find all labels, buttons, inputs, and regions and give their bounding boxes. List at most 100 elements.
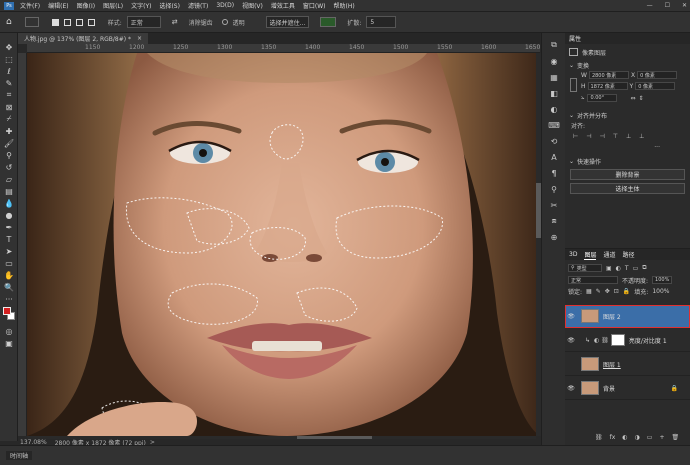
align-bottom-icon[interactable]: ⊥ <box>639 133 644 140</box>
libraries-panel-icon[interactable]: ⌨ <box>542 117 566 133</box>
visibility-eye-icon[interactable]: 👁 <box>565 385 577 392</box>
eraser-tool-icon[interactable]: ▱ <box>0 173 18 185</box>
properties-tab[interactable]: 属性 <box>565 33 690 44</box>
align-top-icon[interactable]: ⊤ <box>613 133 618 140</box>
swap-icon[interactable]: ⇄ <box>172 18 178 26</box>
crop-tool-icon[interactable]: ⌗ <box>0 89 18 101</box>
home-icon[interactable]: ⌂ <box>6 17 12 27</box>
filter-smart-icon[interactable]: ⧉ <box>642 264 646 272</box>
foreground-color-swatch[interactable] <box>3 307 11 315</box>
clone-stamp-tool-icon[interactable]: ⚲ <box>0 149 18 161</box>
new-layer-icon[interactable]: + <box>659 434 664 441</box>
info-panel-icon[interactable]: ⧈ <box>542 213 566 229</box>
menu-type[interactable]: 文字(Y) <box>131 1 151 10</box>
layer-row-background[interactable]: 👁 背景 🔒 <box>565 377 690 400</box>
pattern-swatch[interactable] <box>320 17 337 27</box>
visibility-eye-icon[interactable]: 👁 <box>565 337 577 344</box>
fx-icon[interactable]: fx <box>610 434 616 441</box>
lock-all-icon[interactable]: 🔒 <box>623 288 630 295</box>
history-panel-icon[interactable]: ⧉ <box>542 37 566 53</box>
layer-row-layer1[interactable]: 图层 1 <box>565 353 690 376</box>
move-tool-icon[interactable]: ✥ <box>0 41 18 53</box>
marquee-tool-preset-icon[interactable] <box>24 17 39 27</box>
style-select[interactable]: 正常 <box>126 16 161 28</box>
color-swatches[interactable] <box>0 305 18 325</box>
link-layers-icon[interactable]: ⛓ <box>595 434 603 441</box>
gradient-tool-icon[interactable]: ▤ <box>0 185 18 197</box>
blend-mode-select[interactable]: 正常 <box>568 276 618 284</box>
add-mask-icon[interactable]: ◐ <box>622 434 627 441</box>
healing-brush-tool-icon[interactable]: ✚ <box>0 125 18 137</box>
filter-type-icon[interactable]: T <box>625 265 629 272</box>
lock-artboard-icon[interactable]: ⊡ <box>614 288 619 295</box>
dodge-tool-icon[interactable]: ● <box>0 209 18 221</box>
filter-shape-icon[interactable]: ▭ <box>633 265 639 272</box>
adjustments-panel-icon[interactable]: ◐ <box>542 101 566 117</box>
flip-horizontal-icon[interactable]: ⇔ <box>630 95 635 102</box>
menu-3d[interactable]: 3D(D) <box>216 2 234 9</box>
pen-tool-icon[interactable]: ✒ <box>0 221 18 233</box>
menu-select[interactable]: 选择(S) <box>159 1 180 10</box>
blur-tool-icon[interactable]: 💧 <box>0 197 18 209</box>
select-and-mask-button[interactable]: 选择并遮住... <box>265 16 310 28</box>
transform-header[interactable]: ⌄ 变换 <box>565 60 690 70</box>
transparent-label[interactable]: 透明 <box>233 18 245 27</box>
new-selection-icon[interactable] <box>51 18 59 26</box>
timeline-tab[interactable]: 时间轴 <box>6 451 33 460</box>
app-logo[interactable]: Ps <box>4 1 14 10</box>
swatches-panel-icon[interactable]: ▦ <box>542 69 566 85</box>
lock-pixels-icon[interactable]: ✎ <box>596 288 601 295</box>
align-left-icon[interactable]: ⊢ <box>573 133 578 140</box>
intersect-selection-icon[interactable] <box>87 18 95 26</box>
path-select-tool-icon[interactable]: ➤ <box>0 245 18 257</box>
quick-actions-header[interactable]: ⌄ 快速操作 <box>565 156 690 166</box>
close-tab-icon[interactable]: × <box>137 35 142 42</box>
tab-3d[interactable]: 3D <box>569 251 577 258</box>
visibility-eye-icon[interactable]: 👁 <box>565 313 577 320</box>
align-header[interactable]: ⌄ 对齐并分布 <box>565 110 690 120</box>
link-icon[interactable] <box>570 78 577 92</box>
gradients-panel-icon[interactable]: ◧ <box>542 85 566 101</box>
menu-plugins[interactable]: 增效工具 <box>271 1 295 10</box>
radio-icon[interactable] <box>221 19 228 25</box>
select-subject-button[interactable]: 选择主体 <box>570 183 685 194</box>
marquee-tool-icon[interactable]: ⬚ <box>0 53 18 65</box>
frame-tool-icon[interactable]: ⊠ <box>0 101 18 113</box>
menu-view[interactable]: 视图(V) <box>242 1 263 10</box>
antialias-label[interactable]: 消除锯齿 <box>189 18 213 27</box>
expand-input[interactable]: 5 <box>366 16 397 28</box>
character-panel-icon[interactable]: A <box>542 149 566 165</box>
layer-row-layer2[interactable]: 👁 图层 2 <box>565 305 690 328</box>
minimize-button[interactable]: — <box>647 2 653 9</box>
rectangle-tool-icon[interactable]: ▭ <box>0 257 18 269</box>
layer-row-brightness[interactable]: 👁 ↳ ◐ ⛓ 亮度/对比度 1 <box>565 329 690 352</box>
add-selection-icon[interactable] <box>63 18 71 26</box>
menu-filter[interactable]: 滤镜(T) <box>188 1 208 10</box>
remove-background-button[interactable]: 删除背景 <box>570 169 685 180</box>
quick-mask-icon[interactable]: ◎ <box>0 325 18 337</box>
paragraph-panel-icon[interactable]: ¶ <box>542 165 566 181</box>
clone-source-icon[interactable]: ⚲ <box>542 181 566 197</box>
menu-help[interactable]: 帮助(H) <box>334 1 355 10</box>
angle-field[interactable]: 0.00° <box>587 94 618 102</box>
align-middle-icon[interactable]: ⊥ <box>626 133 631 140</box>
hand-tool-icon[interactable]: ✋ <box>0 269 18 281</box>
fill-value[interactable]: 100% <box>652 288 669 295</box>
new-group-icon[interactable]: ▭ <box>647 434 653 441</box>
navigator-panel-icon[interactable]: ✂ <box>542 197 566 213</box>
y-field[interactable]: 0 像素 <box>635 82 676 90</box>
quick-select-tool-icon[interactable]: ✎ <box>0 77 18 89</box>
type-tool-icon[interactable]: T <box>0 233 18 245</box>
tab-channels[interactable]: 通道 <box>603 250 615 259</box>
width-field[interactable]: 2800 像素 <box>588 71 629 79</box>
menu-window[interactable]: 窗口(W) <box>303 1 326 10</box>
tab-layers[interactable]: 图层 <box>584 250 597 260</box>
paths-panel-icon[interactable]: ⊕ <box>542 229 566 245</box>
menu-file[interactable]: 文件(F) <box>20 1 40 10</box>
history-brush-tool-icon[interactable]: ↺ <box>0 161 18 173</box>
align-more[interactable]: ··· <box>565 142 690 152</box>
filter-adjust-icon[interactable]: ◐ <box>616 265 621 272</box>
new-adjustment-icon[interactable]: ◑ <box>635 434 640 441</box>
brush-settings-icon[interactable]: ⟲ <box>542 133 566 149</box>
x-field[interactable]: 0 像素 <box>637 71 678 79</box>
